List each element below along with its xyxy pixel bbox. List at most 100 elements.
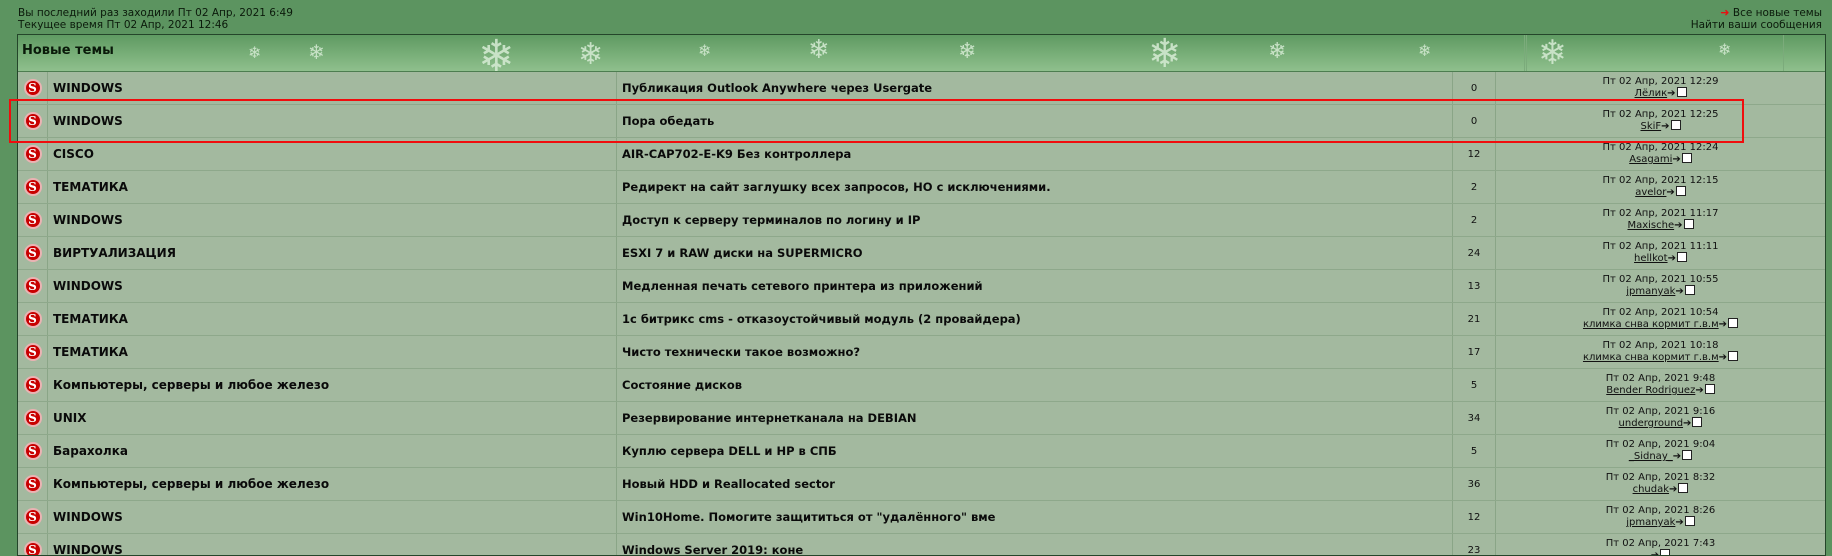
topic-link[interactable]: Доступ к серверу терминалов по логину и … [617, 204, 1453, 236]
table-row: S WINDOWS Доступ к серверу терминалов по л… [18, 204, 1825, 237]
view-latest-post-icon[interactable] [1683, 219, 1694, 229]
forum-link[interactable]: ТЕМАТИКА [48, 336, 617, 368]
quick-links: ➜ Все новые темы Найти ваши сообщения [1691, 7, 1822, 32]
view-latest-post-icon[interactable] [1704, 384, 1715, 394]
topic-link[interactable]: Чисто технически такое возможно? [617, 336, 1453, 368]
forum-link[interactable]: WINDOWS [48, 204, 617, 236]
last-post-date: Пт 02 Апр, 2021 10:55 [1602, 274, 1719, 285]
last-post-date: Пт 02 Апр, 2021 9:48 [1605, 373, 1716, 384]
forum-link[interactable]: UNIX [48, 402, 617, 434]
find-your-posts-link[interactable]: Найти ваши сообщения [1691, 19, 1822, 31]
goto-arrow-icon[interactable]: ➔ [1673, 451, 1681, 462]
read-topic-icon: S [23, 376, 42, 394]
last-post-cell: Пт 02 Апр, 2021 10:54 климка снва кормит … [1496, 303, 1825, 335]
table-title: Новые темы [22, 43, 114, 58]
last-post-cell: Пт 02 Апр, 2021 9:48 Bender Rodriguez➔ [1496, 369, 1825, 401]
topic-link[interactable]: 1с битрикс cms - отказоустойчивый модуль… [617, 303, 1453, 335]
topic-link[interactable]: Медленная печать сетевого принтера из пр… [617, 270, 1453, 302]
last-post-author-link[interactable]: Лёлик [1635, 88, 1668, 99]
goto-arrow-icon[interactable]: ➔ [1669, 484, 1677, 495]
replies-count: 5 [1453, 435, 1496, 467]
last-post-author-link[interactable]: hellkot [1634, 253, 1668, 264]
view-latest-post-icon[interactable] [1678, 483, 1689, 493]
view-latest-post-icon[interactable] [1728, 318, 1739, 328]
table-row: S WINDOWS Медленная печать сетевого принте… [18, 270, 1825, 303]
forum-link[interactable]: Барахолка [48, 435, 617, 467]
goto-arrow-icon[interactable]: ➔ [1719, 319, 1727, 330]
replies-count: 12 [1453, 501, 1496, 533]
view-latest-post-icon[interactable] [1676, 252, 1687, 262]
goto-arrow-icon[interactable]: ➔ [1675, 517, 1683, 528]
last-post-author-link[interactable]: jpmanyak [1626, 286, 1675, 297]
goto-arrow-icon[interactable]: ➔ [1719, 352, 1727, 363]
goto-arrow-icon[interactable]: ➔ [1675, 286, 1683, 297]
goto-arrow-icon[interactable]: ➔ [1651, 550, 1659, 555]
replies-count: 17 [1453, 336, 1496, 368]
goto-arrow-icon[interactable]: ➔ [1668, 253, 1676, 264]
forum-link[interactable]: WINDOWS [48, 501, 617, 533]
highlight-annotation [9, 99, 1744, 143]
last-post-cell: Пт 02 Апр, 2021 8:26 jpmanyak➔ [1496, 501, 1825, 533]
replies-count: 21 [1453, 303, 1496, 335]
last-post-author-link[interactable]: chudak [1633, 484, 1669, 495]
read-topic-icon: S [23, 442, 42, 460]
last-post-author-link[interactable]: климка снва кормит г.в.м [1583, 352, 1719, 363]
read-topic-icon: S [23, 79, 42, 97]
topic-status-cell: S [18, 270, 48, 302]
view-latest-post-icon[interactable] [1684, 516, 1695, 526]
topic-status-cell: S [18, 534, 48, 555]
view-latest-post-icon[interactable] [1682, 450, 1693, 460]
last-post-author-link[interactable]: underground [1619, 418, 1684, 429]
topic-status-cell: S [18, 204, 48, 236]
forum-link[interactable]: ВИРТУАЛИЗАЦИЯ [48, 237, 617, 269]
goto-arrow-icon[interactable]: ➔ [1683, 418, 1691, 429]
last-post-cell: Пт 02 Апр, 2021 9:16 underground➔ [1496, 402, 1825, 434]
forum-link[interactable]: ТЕМАТИКА [48, 303, 617, 335]
view-latest-post-icon[interactable] [1660, 549, 1671, 555]
last-post-author-link[interactable]: Maxische [1627, 220, 1674, 231]
topic-status-cell: S [18, 369, 48, 401]
last-post-author-link[interactable]: Asagami [1629, 154, 1672, 165]
topic-link[interactable]: Windows Server 2019: коне [617, 534, 1453, 555]
last-post-author-link[interactable]: avelor [1635, 187, 1666, 198]
view-latest-post-icon[interactable] [1681, 153, 1692, 163]
topic-link[interactable]: Новый HDD и Reallocated sector [617, 468, 1453, 500]
table-row: S WINDOWS Windows Server 2019: коне 23 Пт 02… [18, 534, 1825, 555]
forum-link[interactable]: WINDOWS [48, 534, 617, 555]
last-post-author-link[interactable]: климка снва кормит г.в.м [1583, 319, 1719, 330]
table-row: S UNIX Резервирование интернетканала на DE… [18, 402, 1825, 435]
topic-status-cell: S [18, 435, 48, 467]
view-latest-post-icon[interactable] [1675, 186, 1686, 196]
topic-link[interactable]: Состояние дисков [617, 369, 1453, 401]
forum-link[interactable]: WINDOWS [48, 270, 617, 302]
topic-link[interactable]: Редирект на сайт заглушку всех запросов,… [617, 171, 1453, 203]
forum-link[interactable]: Компьютеры, серверы и любое железо [48, 468, 617, 500]
last-post-author-link[interactable]: Bender Rodriguez [1606, 385, 1695, 396]
view-latest-post-icon[interactable] [1728, 351, 1739, 361]
topic-status-cell: S [18, 171, 48, 203]
last-post-date: Пт 02 Апр, 2021 8:32 [1605, 472, 1716, 483]
goto-arrow-icon[interactable]: ➔ [1695, 385, 1703, 396]
last-post-cell: Пт 02 Апр, 2021 9:04 _Sidnay_➔ [1496, 435, 1825, 467]
topic-status-cell: S [18, 402, 48, 434]
last-post-author-link[interactable]: _Sidnay_ [1629, 451, 1673, 462]
topic-link[interactable]: Резервирование интернетканала на DEBIAN [617, 402, 1453, 434]
last-post-author-link[interactable]: jpmanyak [1626, 517, 1675, 528]
topic-link[interactable]: Куплю сервера DELL и HP в СПБ [617, 435, 1453, 467]
goto-arrow-icon[interactable]: ➔ [1674, 220, 1682, 231]
forum-link[interactable]: Компьютеры, серверы и любое железо [48, 369, 617, 401]
read-topic-icon: S [23, 178, 42, 196]
table-row: S WINDOWS Win10Home. Помогите защититься о… [18, 501, 1825, 534]
topic-link[interactable]: Win10Home. Помогите защититься от "удалё… [617, 501, 1453, 533]
view-latest-post-icon[interactable] [1676, 87, 1687, 97]
new-topics-link[interactable]: Все новые темы [1733, 7, 1822, 19]
table-row: S ВИРТУАЛИЗАЦИЯ ESXI 7 и RAW диски на SUPE… [18, 237, 1825, 270]
view-latest-post-icon[interactable] [1692, 417, 1703, 427]
goto-arrow-icon[interactable]: ➔ [1672, 154, 1680, 165]
read-topic-icon: S [23, 343, 42, 361]
goto-arrow-icon[interactable]: ➔ [1667, 88, 1675, 99]
topic-link[interactable]: ESXI 7 и RAW диски на SUPERMICRO [617, 237, 1453, 269]
view-latest-post-icon[interactable] [1684, 285, 1695, 295]
goto-arrow-icon[interactable]: ➔ [1666, 187, 1674, 198]
forum-link[interactable]: ТЕМАТИКА [48, 171, 617, 203]
